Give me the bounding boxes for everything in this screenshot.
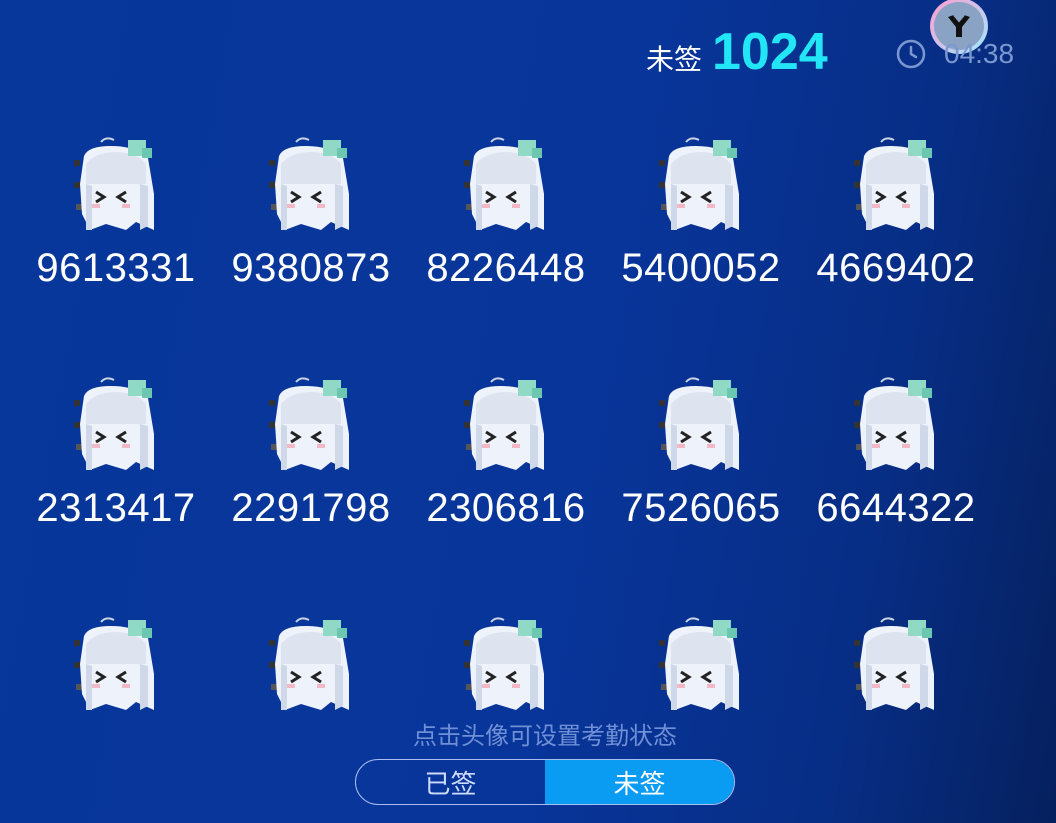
user-tile[interactable]: 9380873 [231, 134, 411, 334]
avatar[interactable] [261, 134, 361, 234]
attendance-toggle: 已签 未签 [355, 759, 735, 805]
avatar[interactable] [261, 374, 361, 474]
user-id: 8226448 [426, 246, 586, 290]
avatar[interactable] [66, 614, 166, 714]
hint-text: 点击头像可设置考勤状态 [413, 722, 677, 750]
user-id: 2306816 [426, 486, 586, 530]
user-tile[interactable]: 2291798 [231, 374, 411, 574]
avatar[interactable] [846, 374, 946, 474]
user-tile[interactable]: 5400052 [621, 134, 801, 334]
user-id: 6644322 [816, 486, 976, 530]
avatar[interactable] [261, 614, 361, 714]
toggle-unsigned[interactable]: 未签 [545, 760, 734, 804]
avatar[interactable] [651, 614, 751, 714]
user-tile[interactable] [816, 614, 996, 814]
avatar[interactable] [846, 614, 946, 714]
avatar[interactable] [846, 134, 946, 234]
avatar[interactable] [651, 134, 751, 234]
user-id: 9613331 [36, 246, 196, 290]
user-id: 7526065 [621, 486, 781, 530]
avatar[interactable] [651, 374, 751, 474]
user-tile[interactable]: 2306816 [426, 374, 606, 574]
user-id: 5400052 [621, 246, 781, 290]
user-tile[interactable] [36, 614, 216, 814]
user-tile[interactable]: 9613331 [36, 134, 216, 334]
user-tile[interactable]: 4669402 [816, 134, 996, 334]
user-tile[interactable]: 8226448 [426, 134, 606, 334]
avatar[interactable] [66, 134, 166, 234]
avatar[interactable] [66, 374, 166, 474]
avatar[interactable] [456, 374, 556, 474]
user-id: 9380873 [231, 246, 391, 290]
avatar-grid: 9613331 9380873 8226448 5400052 4669402 … [0, 0, 1056, 823]
avatar[interactable] [456, 614, 556, 714]
user-tile[interactable]: 6644322 [816, 374, 996, 574]
user-id: 2291798 [231, 486, 391, 530]
toggle-signed[interactable]: 已签 [356, 760, 545, 804]
avatar[interactable] [456, 134, 556, 234]
user-id: 2313417 [36, 486, 196, 530]
user-tile[interactable]: 2313417 [36, 374, 216, 574]
user-id: 4669402 [816, 246, 976, 290]
user-tile[interactable]: 7526065 [621, 374, 801, 574]
